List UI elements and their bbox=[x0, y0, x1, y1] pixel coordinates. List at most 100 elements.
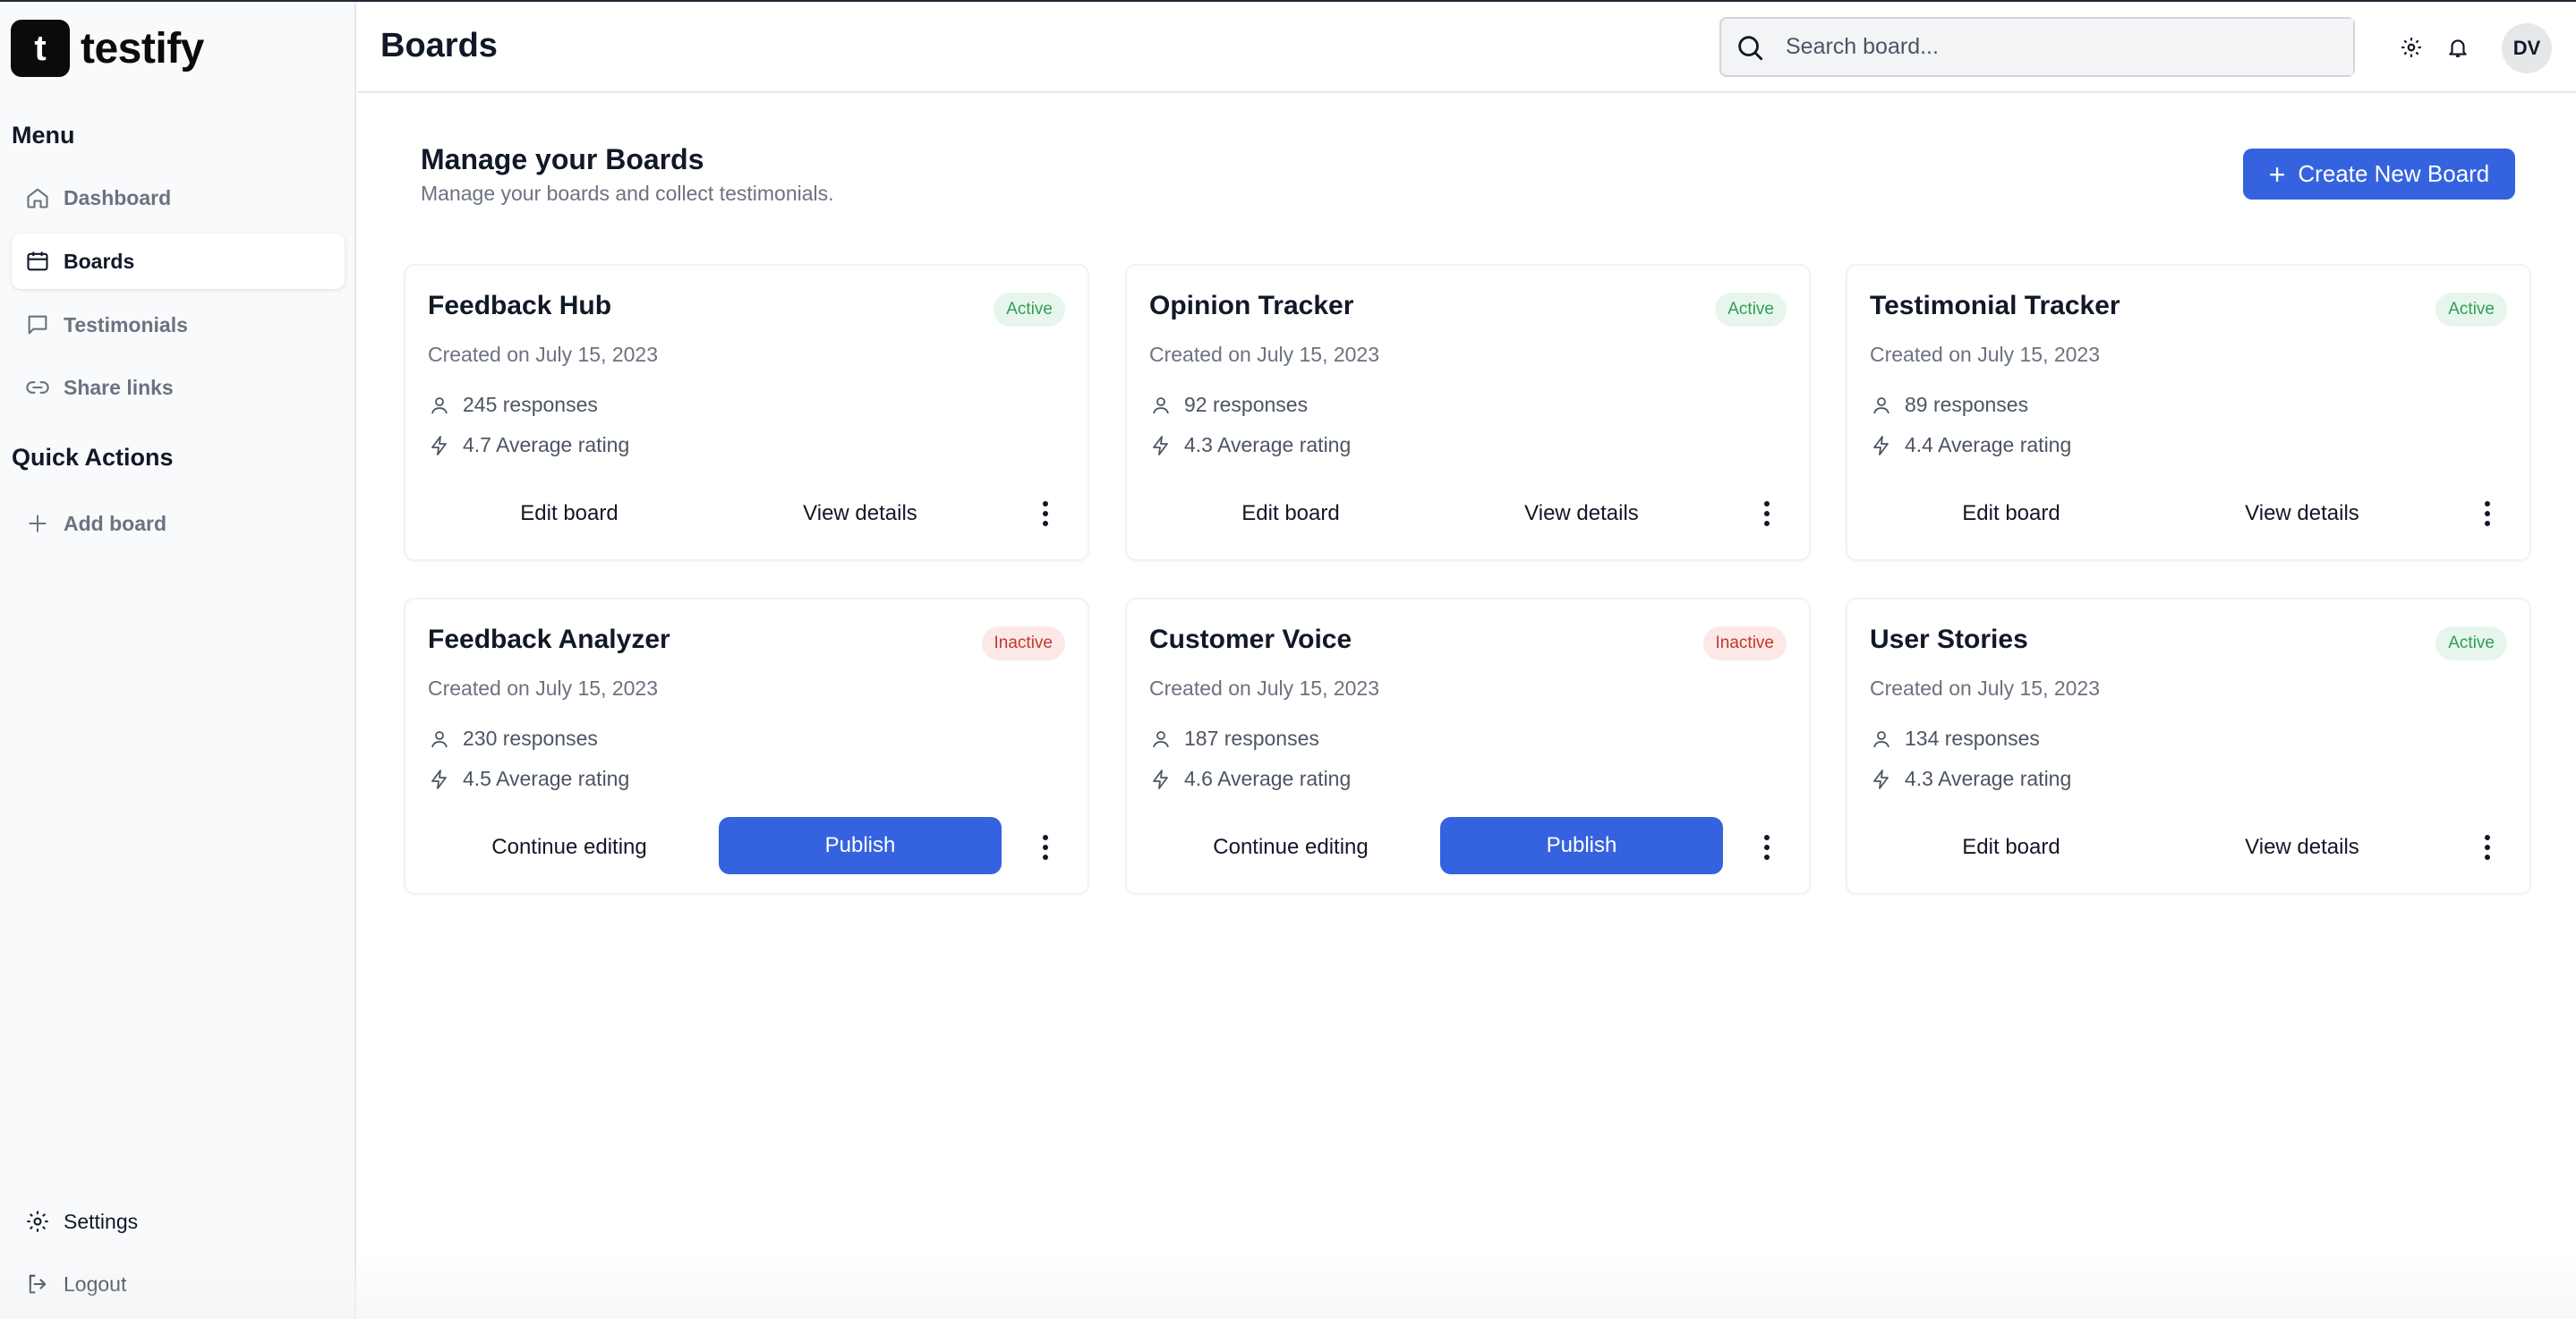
created-date: Created on July 15, 2023 bbox=[428, 343, 659, 366]
board-card: User Stories Active Created on July 15, 20… bbox=[1846, 598, 2531, 895]
rating-text: 4.4 Average rating bbox=[1905, 433, 2072, 456]
link-icon bbox=[24, 374, 51, 401]
status-badge: Active bbox=[2435, 293, 2507, 327]
board-card: Feedback Hub Active Created on July 15, 20… bbox=[404, 264, 1089, 561]
top-header: Boards DV bbox=[358, 2, 2576, 93]
rating-text: 4.3 Average rating bbox=[1184, 433, 1352, 456]
publish-button[interactable]: Publish bbox=[719, 817, 1002, 874]
responses-text: 134 responses bbox=[1905, 727, 2040, 750]
bell-icon[interactable] bbox=[2444, 34, 2471, 61]
create-new-board-button[interactable]: + Create New Board bbox=[2243, 149, 2515, 200]
rating-stat: 4.4 Average rating bbox=[1870, 433, 2071, 457]
sidebar-item-label: Dashboard bbox=[64, 185, 172, 209]
edit-board-button[interactable]: Edit board bbox=[428, 485, 711, 542]
status-badge: Active bbox=[994, 293, 1065, 327]
sidebar-item-add-board[interactable]: Add board bbox=[12, 496, 345, 551]
sidebar-item-share-links[interactable]: Share links bbox=[12, 360, 345, 415]
user-icon bbox=[1149, 728, 1173, 751]
more-options-icon[interactable] bbox=[1753, 498, 1780, 530]
gear-icon bbox=[24, 1208, 51, 1235]
page-title: Boards bbox=[380, 27, 498, 64]
edit-board-button[interactable]: Edit board bbox=[1870, 819, 2153, 876]
sidebar-item-dashboard[interactable]: Dashboard bbox=[12, 170, 345, 226]
more-options-icon[interactable] bbox=[1032, 831, 1059, 864]
responses-text: 187 responses bbox=[1184, 727, 1319, 750]
logo-mark: t bbox=[11, 20, 70, 77]
bolt-icon bbox=[1149, 434, 1173, 457]
rating-stat: 4.5 Average rating bbox=[428, 767, 629, 791]
rating-stat: 4.3 Average rating bbox=[1870, 767, 2071, 791]
view-details-button[interactable]: View details bbox=[2161, 485, 2444, 542]
board-title: Opinion Tracker bbox=[1149, 291, 1354, 320]
sidebar-item-label: Share links bbox=[64, 375, 174, 399]
created-date: Created on July 15, 2023 bbox=[1870, 677, 2101, 700]
avatar[interactable]: DV bbox=[2502, 23, 2552, 73]
edit-board-button[interactable]: Edit board bbox=[1149, 485, 1432, 542]
board-title: Feedback Hub bbox=[428, 291, 612, 320]
view-details-button[interactable]: View details bbox=[1440, 485, 1723, 542]
board-title: Customer Voice bbox=[1149, 625, 1352, 654]
more-options-icon[interactable] bbox=[1032, 498, 1059, 530]
quick-actions-title: Quick Actions bbox=[12, 444, 174, 471]
created-date: Created on July 15, 2023 bbox=[1870, 343, 2101, 366]
continue-editing-button[interactable]: Continue editing bbox=[428, 819, 711, 876]
plus-icon: + bbox=[2268, 157, 2286, 191]
logo[interactable]: t testify bbox=[11, 20, 204, 77]
rating-stat: 4.3 Average rating bbox=[1149, 433, 1351, 457]
home-icon bbox=[24, 184, 51, 211]
search-box[interactable] bbox=[1719, 17, 2355, 77]
bolt-icon bbox=[1870, 768, 1893, 791]
continue-editing-button[interactable]: Continue editing bbox=[1149, 819, 1432, 876]
board-title: Feedback Analyzer bbox=[428, 625, 670, 654]
sidebar: t testify Menu Dashboard Boards Testimon… bbox=[0, 2, 356, 1319]
board-title: User Stories bbox=[1870, 625, 2028, 654]
sidebar-item-label: Boards bbox=[64, 249, 135, 273]
sidebar-item-label: Logout bbox=[64, 1272, 127, 1296]
logo-text: testify bbox=[81, 24, 204, 72]
sidebar-item-testimonials[interactable]: Testimonials bbox=[12, 297, 345, 353]
rating-stat: 4.6 Average rating bbox=[1149, 767, 1351, 791]
bolt-icon bbox=[1149, 768, 1173, 791]
more-options-icon[interactable] bbox=[2474, 831, 2501, 864]
view-details-button[interactable]: View details bbox=[719, 485, 1002, 542]
more-options-icon[interactable] bbox=[2474, 498, 2501, 530]
sidebar-item-logout[interactable]: Logout bbox=[12, 1256, 345, 1312]
rating-text: 4.7 Average rating bbox=[463, 433, 630, 456]
status-badge: Inactive bbox=[1702, 626, 1787, 660]
created-date: Created on July 15, 2023 bbox=[1149, 677, 1380, 700]
responses-text: 92 responses bbox=[1184, 393, 1309, 416]
sidebar-item-settings[interactable]: Settings bbox=[12, 1194, 345, 1249]
view-details-button[interactable]: View details bbox=[2161, 819, 2444, 876]
created-date: Created on July 15, 2023 bbox=[428, 677, 659, 700]
section-title: Manage your Boards bbox=[421, 143, 704, 175]
user-icon bbox=[1870, 728, 1893, 751]
publish-button[interactable]: Publish bbox=[1440, 817, 1723, 874]
search-input[interactable] bbox=[1778, 19, 2353, 75]
board-title: Testimonial Tracker bbox=[1870, 291, 2120, 320]
user-icon bbox=[428, 394, 451, 417]
created-date: Created on July 15, 2023 bbox=[1149, 343, 1380, 366]
user-icon bbox=[428, 728, 451, 751]
search-icon bbox=[1721, 19, 1778, 75]
responses-stat: 245 responses bbox=[428, 393, 598, 417]
bolt-icon bbox=[1870, 434, 1893, 457]
section-subtitle: Manage your boards and collect testimoni… bbox=[421, 182, 834, 205]
responses-text: 245 responses bbox=[463, 393, 598, 416]
responses-stat: 187 responses bbox=[1149, 727, 1319, 751]
message-icon bbox=[24, 311, 51, 338]
responses-stat: 134 responses bbox=[1870, 727, 2040, 751]
edit-board-button[interactable]: Edit board bbox=[1870, 485, 2153, 542]
user-icon bbox=[1149, 394, 1173, 417]
menu-title: Menu bbox=[12, 122, 75, 149]
status-badge: Active bbox=[2435, 626, 2507, 660]
responses-text: 230 responses bbox=[463, 727, 598, 750]
rating-text: 4.6 Average rating bbox=[1184, 767, 1352, 790]
board-card: Customer Voice Inactive Created on July 15… bbox=[1125, 598, 1811, 895]
board-icon bbox=[24, 248, 51, 275]
more-options-icon[interactable] bbox=[1753, 831, 1780, 864]
rating-text: 4.5 Average rating bbox=[463, 767, 630, 790]
sidebar-item-boards[interactable]: Boards bbox=[12, 234, 345, 289]
settings-gear-icon[interactable] bbox=[2398, 34, 2425, 61]
logout-icon bbox=[24, 1271, 51, 1298]
bottom-fade bbox=[0, 1253, 2576, 1319]
